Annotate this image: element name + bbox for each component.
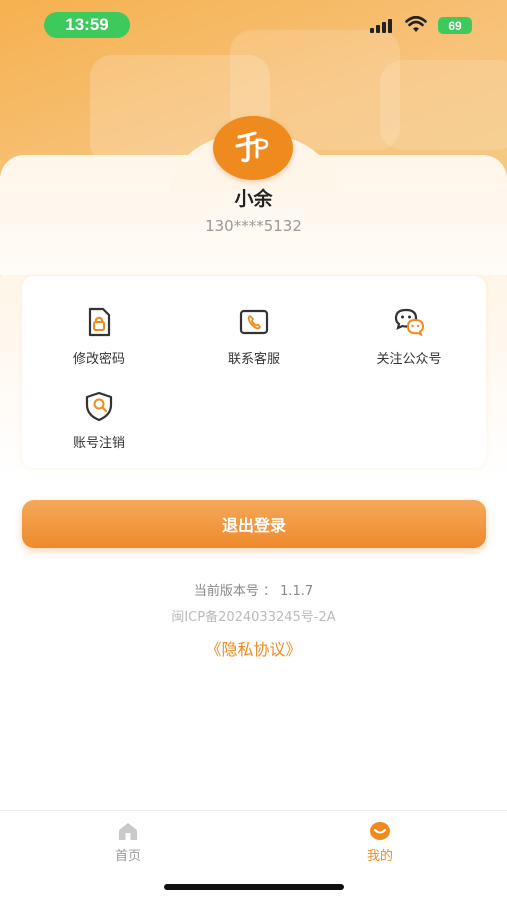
profile-icon <box>370 822 390 840</box>
logout-button[interactable]: 退出登录 <box>22 500 486 548</box>
cellular-signal-icon <box>370 19 396 33</box>
home-icon <box>119 823 137 840</box>
tab-label: 首页 <box>114 849 141 864</box>
tab-profile[interactable]: 我的 <box>330 821 430 867</box>
menu-item-follow-official-account[interactable]: 关注公众号 <box>332 302 486 382</box>
user-name: 小余 <box>234 188 273 210</box>
avatar[interactable] <box>213 116 293 180</box>
menu-card: 修改密码 联系客服 关注公众号 账号注销 <box>22 276 486 468</box>
battery-level: 69 <box>448 18 462 33</box>
menu-item-delete-account[interactable]: 账号注销 <box>22 386 176 466</box>
decor-shape <box>380 60 507 150</box>
status-bar: 13:59 69 <box>0 0 507 48</box>
lock-document-icon <box>88 307 111 337</box>
menu-item-label: 账号注销 <box>72 436 125 451</box>
privacy-policy-link[interactable]: 《隐私协议》 <box>0 636 507 660</box>
menu-item-change-password[interactable]: 修改密码 <box>22 302 176 382</box>
menu-item-label: 修改密码 <box>72 352 125 367</box>
app-logo-icon <box>235 131 269 163</box>
battery-icon: 69 <box>438 17 472 34</box>
user-phone: 130****5132 <box>205 217 302 235</box>
tab-label: 我的 <box>366 849 393 864</box>
menu-item-label: 关注公众号 <box>376 352 442 367</box>
app-version: 当前版本号 ： 1.1.7 <box>193 584 314 599</box>
phone-icon <box>239 309 269 335</box>
wechat-icon <box>394 308 425 337</box>
shield-user-icon <box>85 391 113 422</box>
home-indicator <box>164 884 344 890</box>
menu-item-contact-service[interactable]: 联系客服 <box>177 302 331 382</box>
wifi-icon <box>405 15 427 32</box>
tab-home[interactable]: 首页 <box>78 821 178 867</box>
icp-registration[interactable]: 闽ICP备2024033245号-2A <box>0 606 507 625</box>
status-time: 13:59 <box>44 12 130 38</box>
menu-item-label: 联系客服 <box>227 352 280 367</box>
